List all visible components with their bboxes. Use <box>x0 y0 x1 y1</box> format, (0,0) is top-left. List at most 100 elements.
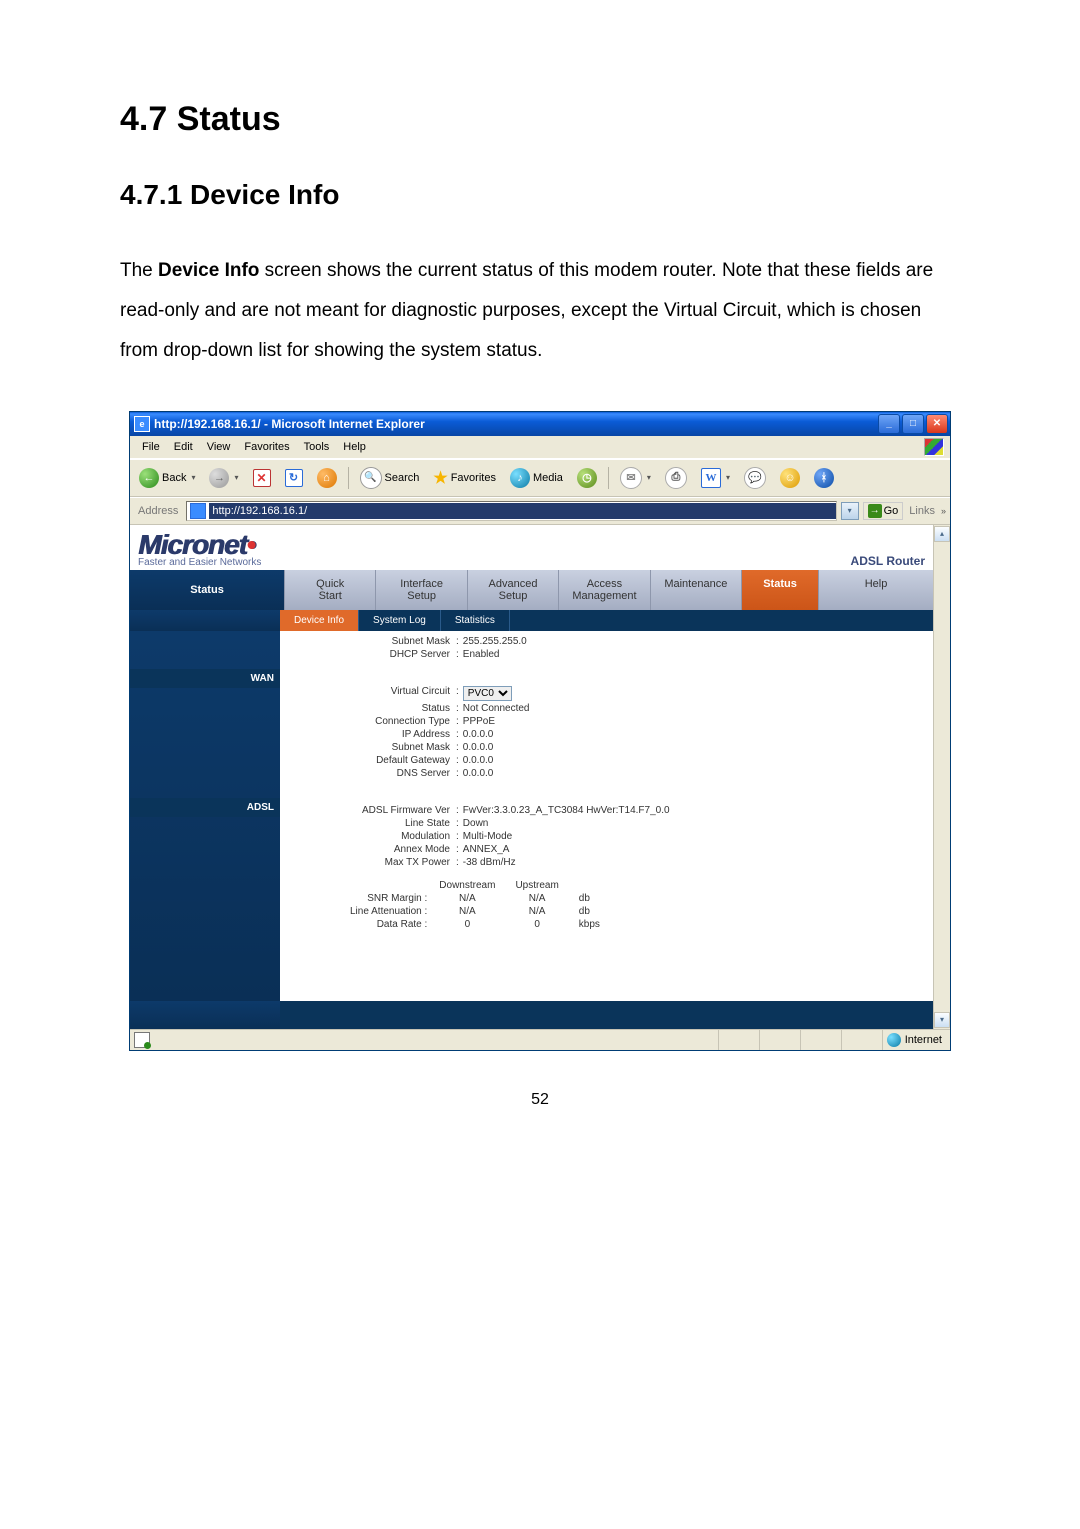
label-dns-server: DNS Server <box>280 768 454 779</box>
device-info-body: WAN ADSL Subnet Mask: 255.255.255.0 DHCP… <box>130 631 933 1001</box>
scroll-track[interactable] <box>934 543 950 1011</box>
refresh-button[interactable]: ↻ <box>280 466 308 490</box>
edit-button[interactable]: W <box>696 465 735 491</box>
window-title: http://192.168.16.1/ - Microsoft Interne… <box>154 417 878 431</box>
body-paragraph: The Device Info screen shows the current… <box>120 251 960 371</box>
search-button[interactable]: 🔍 Search <box>355 464 425 492</box>
minimize-button[interactable]: _ <box>878 414 900 434</box>
favorites-label: Favorites <box>451 472 496 484</box>
home-button[interactable]: ⌂ <box>312 465 342 491</box>
mail-icon: ✉ <box>620 467 642 489</box>
print-button[interactable]: ⎙ <box>660 464 692 492</box>
statusbar-zone-label: Internet <box>905 1034 942 1046</box>
row-max-tx-power: Max TX Power: -38 dBm/Hz <box>280 856 933 869</box>
tab-interface-setup[interactable]: Interface Setup <box>376 570 467 610</box>
label-line-attn: Line Attenuation <box>350 906 422 917</box>
branding-row: Micronet• Faster and Easier Networks ADS… <box>130 525 933 570</box>
statusbar-cell <box>718 1030 759 1050</box>
main-nav: Status Quick Start Interface Setup Advan… <box>130 570 933 610</box>
label-default-gateway: Default Gateway <box>280 755 454 766</box>
address-dropdown-button[interactable]: ▾ <box>841 502 859 520</box>
maximize-button[interactable]: □ <box>902 414 924 434</box>
value-la-down: N/A <box>429 905 505 918</box>
side-section-wan: WAN <box>130 669 280 688</box>
value-snr-down: N/A <box>429 892 505 905</box>
go-label: Go <box>884 505 899 517</box>
label-ip-address: IP Address <box>280 729 454 740</box>
word-icon: W <box>701 468 721 488</box>
row-connection-type: Connection Type: PPPoE <box>280 715 933 728</box>
tab-maintenance[interactable]: Maintenance <box>651 570 742 610</box>
menu-tools[interactable]: Tools <box>298 439 336 455</box>
go-arrow-icon: → <box>868 504 882 518</box>
window-controls: _ □ ✕ <box>878 414 948 434</box>
side-section-adsl: ADSL <box>130 798 280 817</box>
menu-favorites[interactable]: Favorites <box>238 439 295 455</box>
value-wan-status: Not Connected <box>461 703 530 714</box>
value-dr-down: 0 <box>429 918 505 931</box>
row-adsl-fw: ADSL Firmware Ver: FwVer:3.3.0.23_A_TC30… <box>280 804 933 817</box>
address-label: Address <box>134 505 182 517</box>
subtab-system-log[interactable]: System Log <box>359 610 441 631</box>
subtab-statistics[interactable]: Statistics <box>441 610 510 631</box>
address-input-container[interactable] <box>186 501 836 521</box>
media-button[interactable]: ♪ Media <box>505 465 568 491</box>
virtual-circuit-select[interactable]: PVC0 <box>463 686 512 701</box>
refresh-icon: ↻ <box>285 469 303 487</box>
subnav-filler <box>510 610 933 631</box>
value-la-up: N/A <box>505 905 568 918</box>
stop-button[interactable]: ✕ <box>248 466 276 490</box>
discuss-button[interactable]: 💬 <box>739 464 771 492</box>
scroll-down-button[interactable]: ▾ <box>934 1012 950 1028</box>
value-subnet-mask: 255.255.255.0 <box>461 636 527 647</box>
footer-strip <box>130 1001 933 1029</box>
go-button[interactable]: → Go <box>863 502 904 520</box>
sub-nav: Device Info System Log Statistics <box>130 610 933 631</box>
row-virtual-circuit: Virtual Circuit: PVC0 <box>280 685 933 702</box>
menu-view[interactable]: View <box>201 439 237 455</box>
star-icon: ★ <box>433 468 447 488</box>
links-chevron-icon[interactable]: » <box>941 506 946 516</box>
tab-advanced-setup[interactable]: Advanced Setup <box>468 570 559 610</box>
back-button[interactable]: ← Back <box>134 465 200 491</box>
messenger-button[interactable]: ☺ <box>775 465 805 491</box>
history-button[interactable]: ◷ <box>572 465 602 491</box>
scroll-up-button[interactable]: ▴ <box>934 526 950 542</box>
print-icon: ⎙ <box>665 467 687 489</box>
favorites-button[interactable]: ★ Favorites <box>428 465 501 491</box>
tab-status[interactable]: Status <box>742 570 819 610</box>
unit-snr: db <box>569 892 610 905</box>
close-button[interactable]: ✕ <box>926 414 948 434</box>
vertical-scrollbar[interactable]: ▴ ▾ <box>933 525 950 1029</box>
menubar: File Edit View Favorites Tools Help <box>130 436 950 459</box>
value-annex-mode: ANNEX_A <box>461 844 510 855</box>
links-label[interactable]: Links <box>907 505 937 517</box>
row-line-state: Line State: Down <box>280 817 933 830</box>
menu-help[interactable]: Help <box>337 439 372 455</box>
label-data-rate: Data Rate <box>377 919 422 930</box>
menu-edit[interactable]: Edit <box>168 439 199 455</box>
side-column: WAN ADSL <box>130 631 280 1001</box>
tab-access-management[interactable]: Access Management <box>559 570 650 610</box>
bluetooth-button[interactable]: ᚼ <box>809 465 839 491</box>
mail-button[interactable]: ✉ <box>615 464 656 492</box>
value-line-state: Down <box>461 818 489 829</box>
bluetooth-icon: ᚼ <box>814 468 834 488</box>
media-label: Media <box>533 472 563 484</box>
product-label: ADSL Router <box>851 554 925 568</box>
statusbar-cell <box>800 1030 841 1050</box>
unit-la: db <box>569 905 610 918</box>
statusbar: Internet <box>130 1029 950 1050</box>
tab-help[interactable]: Help <box>819 570 933 610</box>
para-bold-term: Device Info <box>158 260 259 281</box>
forward-button[interactable]: → <box>204 465 243 491</box>
history-icon: ◷ <box>577 468 597 488</box>
value-ip-address: 0.0.0.0 <box>461 729 494 740</box>
label-subnet-mask-wan: Subnet Mask <box>280 742 454 753</box>
tab-quick-start[interactable]: Quick Start <box>285 570 376 610</box>
tab-status-title: Status <box>130 570 285 610</box>
address-input[interactable] <box>209 503 835 519</box>
subtab-device-info[interactable]: Device Info <box>280 610 359 631</box>
toolbar-separator <box>608 467 609 489</box>
menu-file[interactable]: File <box>136 439 166 455</box>
